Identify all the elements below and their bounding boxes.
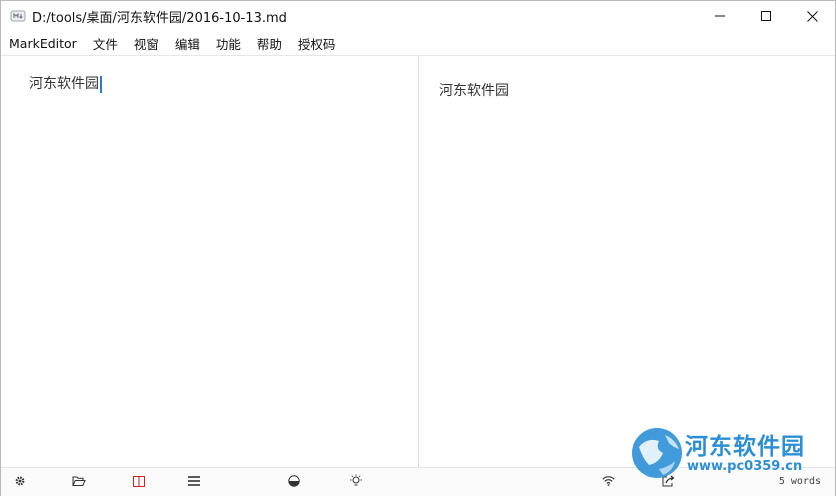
menu-lines-icon[interactable] (187, 474, 201, 488)
preview-content: 河东软件园 (439, 83, 509, 99)
watermark-globe-icon (632, 428, 682, 478)
app-icon (10, 8, 26, 24)
minimize-icon (715, 15, 725, 17)
watermark-url: www.pc0359.cn (687, 459, 803, 474)
app-window: D:/tools/桌面/河东软件园/2016-10-13.md MarkEdit… (0, 0, 836, 496)
menu-features[interactable]: 功能 (208, 34, 249, 53)
theme-icon[interactable] (287, 474, 301, 488)
menu-markeditor[interactable]: MarkEditor (1, 36, 85, 51)
editor-content[interactable]: 河东软件园 (29, 76, 102, 93)
preview-pane: 河东软件园 (419, 56, 835, 467)
menu-edit[interactable]: 编辑 (167, 34, 208, 53)
menu-view[interactable]: 视窗 (126, 34, 167, 53)
minimize-button[interactable] (697, 1, 743, 31)
close-icon (806, 10, 818, 22)
menu-license[interactable]: 授权码 (290, 34, 344, 53)
gear-icon[interactable] (13, 474, 27, 488)
menu-file[interactable]: 文件 (85, 34, 126, 53)
maximize-button[interactable] (743, 1, 789, 31)
menu-bar: MarkEditor 文件 视窗 编辑 功能 帮助 授权码 (1, 31, 835, 56)
maximize-icon (761, 11, 771, 21)
wifi-icon[interactable] (601, 474, 615, 488)
text-caret (100, 76, 102, 93)
menu-help[interactable]: 帮助 (249, 34, 290, 53)
watermark-title: 河东软件园 (685, 434, 805, 460)
window-title: D:/tools/桌面/河东软件园/2016-10-13.md (32, 10, 287, 26)
title-bar[interactable]: D:/tools/桌面/河东软件园/2016-10-13.md (1, 1, 835, 31)
lightbulb-icon[interactable] (349, 474, 363, 488)
markdown-editor[interactable]: 河东软件园 (1, 56, 418, 467)
close-button[interactable] (789, 1, 835, 31)
watermark-logo: 河东软件园 www.pc0359.cn (629, 421, 835, 485)
window-controls (697, 1, 835, 31)
split-view-icon[interactable] (132, 474, 146, 488)
open-folder-icon[interactable] (72, 474, 86, 488)
editor-text-line: 河东软件园 (29, 76, 99, 92)
